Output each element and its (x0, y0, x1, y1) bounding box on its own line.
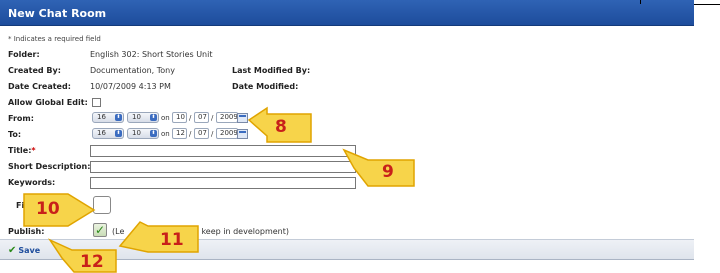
to-hour-value: 16 (97, 129, 106, 137)
from-hour-select[interactable]: 16 ⬍ (92, 112, 124, 123)
folder-label: Folder: (8, 50, 40, 59)
dialog-title: New Chat Room (8, 7, 107, 20)
date-modified-label: Date Modified: (232, 82, 299, 91)
calendar-icon[interactable] (237, 129, 248, 139)
allow-global-edit-label: Allow Global Edit: (8, 98, 88, 107)
save-button-label: Save (18, 246, 41, 255)
callout-9: 9 (342, 148, 422, 194)
spinner-arrows-icon: ⬍ (150, 114, 157, 121)
from-minute-value: 10 (132, 113, 141, 121)
date-created-value: 10/07/2009 4:13 PM (90, 82, 171, 91)
from-minute-select[interactable]: 10 ⬍ (127, 112, 159, 123)
required-field-note: * Indicates a required field (8, 35, 101, 43)
checkmark-icon: ✔ (8, 245, 17, 256)
last-modified-by-label: Last Modified By: (232, 66, 311, 75)
short-description-label: Short Description: (8, 162, 91, 171)
chat-room-form: * Indicates a required field Folder: Eng… (0, 26, 694, 239)
created-by-value: Documentation, Tony (90, 66, 175, 75)
dialog-header: New Chat Room (0, 0, 694, 26)
save-button[interactable]: ✔ Save (6, 244, 44, 257)
callout-9-number: 9 (382, 162, 394, 182)
from-hour-value: 16 (97, 113, 106, 121)
to-day-input[interactable]: 07 (194, 128, 209, 139)
required-star: * (31, 146, 36, 155)
publish-note-end: o keep in development) (194, 227, 289, 236)
spinner-arrows-icon: ⬍ (150, 130, 157, 137)
title-input[interactable] (90, 145, 356, 157)
callout-12: 12 (47, 238, 122, 273)
calendar-icon[interactable] (237, 113, 248, 123)
callout-8-number: 8 (275, 117, 287, 137)
from-day-input[interactable]: 07 (194, 112, 209, 123)
created-by-label: Created By: (8, 66, 61, 75)
title-label: Title:* (8, 146, 36, 155)
from-label: From: (8, 114, 34, 123)
date-separator: / (211, 130, 214, 138)
date-created-label: Date Created: (8, 82, 71, 91)
to-minute-value: 10 (132, 129, 141, 137)
keywords-label: Keywords: (8, 178, 56, 187)
divider-tick (640, 0, 641, 4)
callout-12-number: 12 (80, 252, 104, 272)
callout-10-number: 10 (36, 199, 60, 219)
to-hour-select[interactable]: 16 ⬍ (92, 128, 124, 139)
to-month-input[interactable]: 12 (172, 128, 187, 139)
from-year-input[interactable]: 2009 (216, 112, 238, 123)
to-label: To: (8, 130, 22, 139)
spinner-arrows-icon: ⬍ (115, 114, 122, 121)
spinner-arrows-icon: ⬍ (115, 130, 122, 137)
to-year-input[interactable]: 2009 (216, 128, 238, 139)
from-on-label: on (161, 114, 170, 122)
callout-11-number: 11 (160, 230, 184, 250)
date-separator: / (189, 130, 192, 138)
callout-11: 11 (118, 208, 202, 254)
keywords-input[interactable] (90, 177, 356, 189)
date-separator: / (211, 114, 214, 122)
callout-10: 10 (20, 188, 98, 232)
folder-value: English 302: Short Stories Unit (90, 50, 213, 59)
allow-global-edit-checkbox[interactable] (92, 98, 101, 107)
to-minute-select[interactable]: 10 ⬍ (127, 128, 159, 139)
to-on-label: on (161, 130, 170, 138)
from-month-input[interactable]: 10 (172, 112, 187, 123)
date-separator: / (189, 114, 192, 122)
callout-8: 8 (247, 106, 314, 148)
divider-line (694, 4, 720, 5)
title-label-text: Title: (8, 146, 32, 155)
short-description-input[interactable] (90, 161, 356, 173)
